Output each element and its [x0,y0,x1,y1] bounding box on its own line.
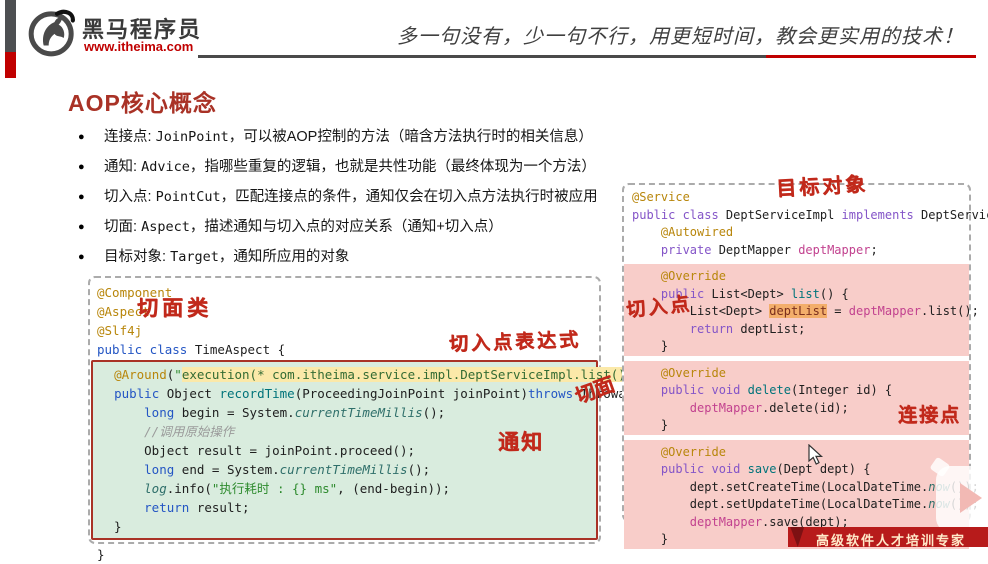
play-icon [960,483,982,513]
annotation-advice: 通知 [498,429,544,454]
code-line: public void save(Dept dept) { [660,462,871,476]
ribbon-text: 高级软件人才培训专家 [816,533,967,548]
aspect-class-footer-code: } [90,540,599,564]
bullet-term: Target [170,249,219,265]
bottom-ribbon: 高级软件人才培训专家 [783,527,988,548]
bullet-term: Aspect [141,219,190,235]
code-line: dept.setCreateTime(LocalDateTime.now()); [632,479,979,494]
bullet-desc: ，指哪些重复的逻辑，也就是共性功能（最终体现为一个方法） [189,159,596,175]
bullet-desc: ，匹配连接点的条件，通知仅会在切入点方法执行时被应用 [220,189,598,205]
annotation-pointcut-expression: 切入点表达式 [448,328,582,356]
video-play-overlay[interactable] [929,456,988,532]
bullet-term: PointCut [155,189,221,205]
code-line: @Around("execution(* com.itheima.service… [114,367,648,382]
mouse-cursor-icon [808,444,824,465]
bullet-label: 通知: [104,159,142,175]
code-line: public Object recordTime(ProceedingJoinP… [114,386,656,401]
code-line: @Override [660,444,726,459]
bullet-advice: 通知: Advice，指哪些重复的逻辑，也就是共性功能（最终体现为一个方法） [78,156,598,186]
brand-url: www.itheima.com [84,39,194,54]
code-line: public class DeptServiceImpl implements … [632,207,988,222]
code-line: long begin = System.currentTimeMillis(); [144,405,446,420]
bullet-label: 连接点: [104,129,156,145]
edge-bar-dark [5,0,16,52]
itheima-horse-logo-icon [28,9,75,57]
bullet-label: 切面: [104,219,142,235]
code-line: private DeptMapper deptMapper; [660,242,878,257]
code-line: } [97,547,105,562]
code-line: return deptList; [689,321,806,336]
header-divider-red [766,55,976,58]
bullet-term: Advice [141,159,190,175]
header-slogan: 多一句没有，少一句不行，用更短时间，教会更实用的技术！ [397,24,964,48]
code-line: @Autowired [660,225,734,239]
page-title: AOP核心概念 [68,90,217,116]
code-line: long end = System.currentTimeMillis(); [144,462,431,477]
annotation-aspect-class: 切面类 [137,295,212,320]
code-line: } [632,339,669,353]
bullet-label: 切入点: [104,189,156,205]
code-line: @Override [660,269,726,283]
edge-bar-red [5,52,16,78]
bullet-term: JoinPoint [155,129,229,145]
code-line: } [99,519,122,534]
target-code-panel: @Service public class DeptServiceImpl imp… [622,183,988,549]
bullet-label: 目标对象: [104,249,171,265]
bullet-desc: ，通知所应用的对象 [218,249,350,265]
bullet-desc: ，描述通知与切入点的对应关系（通知+切入点） [189,219,503,235]
slide-root: 黑马程序员 www.itheima.com 多一句没有，少一句不行，用更短时间，… [0,0,988,562]
code-line: log.info("执行耗时 : {} ms", (end-begin)); [99,481,451,496]
code-line: public void delete(Integer id) { [660,383,893,397]
code-line: dept.setUpdateTime(LocalDateTime.now()); [632,497,979,511]
bullet-aspect: 切面: Aspect，描述通知与切入点的对应关系（通知+切入点） [78,216,598,246]
annotation-joinpoint: 连接点 [898,404,962,426]
bullet-pointcut: 切入点: PointCut，匹配连接点的条件，通知仅会在切入点方法执行时被应用 [78,186,598,216]
bullet-desc: ，可以被AOP控制的方法（暗含方法执行时的相关信息） [228,129,593,145]
code-line: return result; [144,500,250,515]
bullet-joinpoint: 连接点: JoinPoint，可以被AOP控制的方法（暗含方法执行时的相关信息） [78,126,598,156]
bullet-target: 目标对象: Target，通知所应用的对象 [78,246,598,276]
annotation-target: 目标对象 [775,171,869,201]
header-divider-dark [198,55,766,58]
concept-bullet-list: 连接点: JoinPoint，可以被AOP控制的方法（暗含方法执行时的相关信息）… [78,126,598,276]
code-line: @Override [660,365,726,380]
